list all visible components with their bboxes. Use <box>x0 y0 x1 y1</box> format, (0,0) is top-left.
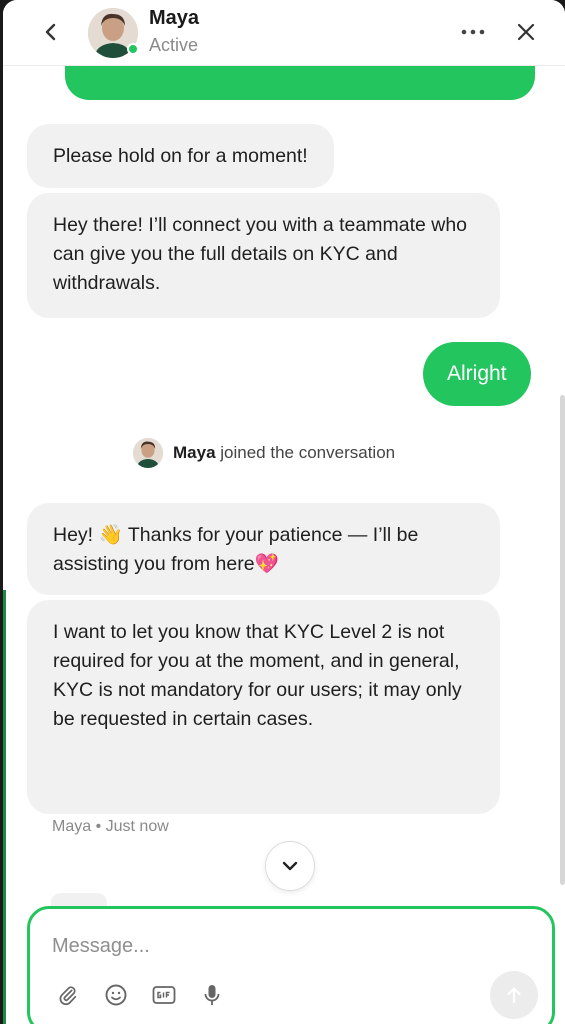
paperclip-icon <box>59 986 77 1006</box>
agent-name: Maya <box>149 7 200 29</box>
meta-time: Just now <box>105 818 169 835</box>
chat-header: Maya Active <box>3 0 565 66</box>
chat-panel: Maya Active Please hold on for a moment!… <box>3 0 565 1024</box>
agent-message: Hey! 👋 Thanks for your patience — I’ll b… <box>27 503 500 595</box>
meta-sender: Maya <box>52 818 92 835</box>
close-icon <box>517 23 535 41</box>
joined-text: joined the conversation <box>220 443 396 462</box>
emoji-button[interactable] <box>100 979 132 1011</box>
scrollbar[interactable] <box>560 395 565 885</box>
user-message: Alright <box>423 342 531 406</box>
system-joined-notice: Maya joined the conversation <box>133 437 395 469</box>
attach-button[interactable] <box>52 979 84 1011</box>
scroll-to-bottom-button[interactable] <box>265 841 315 891</box>
gif-icon <box>152 986 176 1004</box>
voice-button[interactable] <box>196 979 228 1011</box>
agent-message: Hey there! I’ll connect you with a teamm… <box>27 193 500 318</box>
avatar-portrait-icon <box>133 438 163 468</box>
emoji-icon <box>105 984 127 1006</box>
agent-status: Active <box>149 35 199 55</box>
message-composer <box>27 906 555 1024</box>
arrow-up-icon <box>507 987 521 1004</box>
message-meta: Maya • Just now <box>52 818 169 836</box>
agent-message: I want to let you know that KYC Level 2 … <box>27 600 500 814</box>
panel-edge <box>3 590 6 1024</box>
back-button[interactable] <box>33 14 69 50</box>
message-input[interactable] <box>52 929 512 963</box>
joined-agent-name: Maya <box>173 443 216 462</box>
online-indicator <box>127 43 139 55</box>
gif-button[interactable] <box>148 979 180 1011</box>
close-button[interactable] <box>508 14 544 50</box>
send-button[interactable] <box>490 971 538 1019</box>
chevron-down-icon <box>282 861 298 871</box>
meta-separator: • <box>95 818 102 835</box>
more-horizontal-icon <box>461 29 485 35</box>
chevron-left-icon <box>45 23 56 41</box>
avatar <box>133 438 163 468</box>
agent-message: Please hold on for a moment! <box>27 124 334 188</box>
more-options-button[interactable] <box>453 14 493 50</box>
microphone-icon <box>204 985 220 1005</box>
